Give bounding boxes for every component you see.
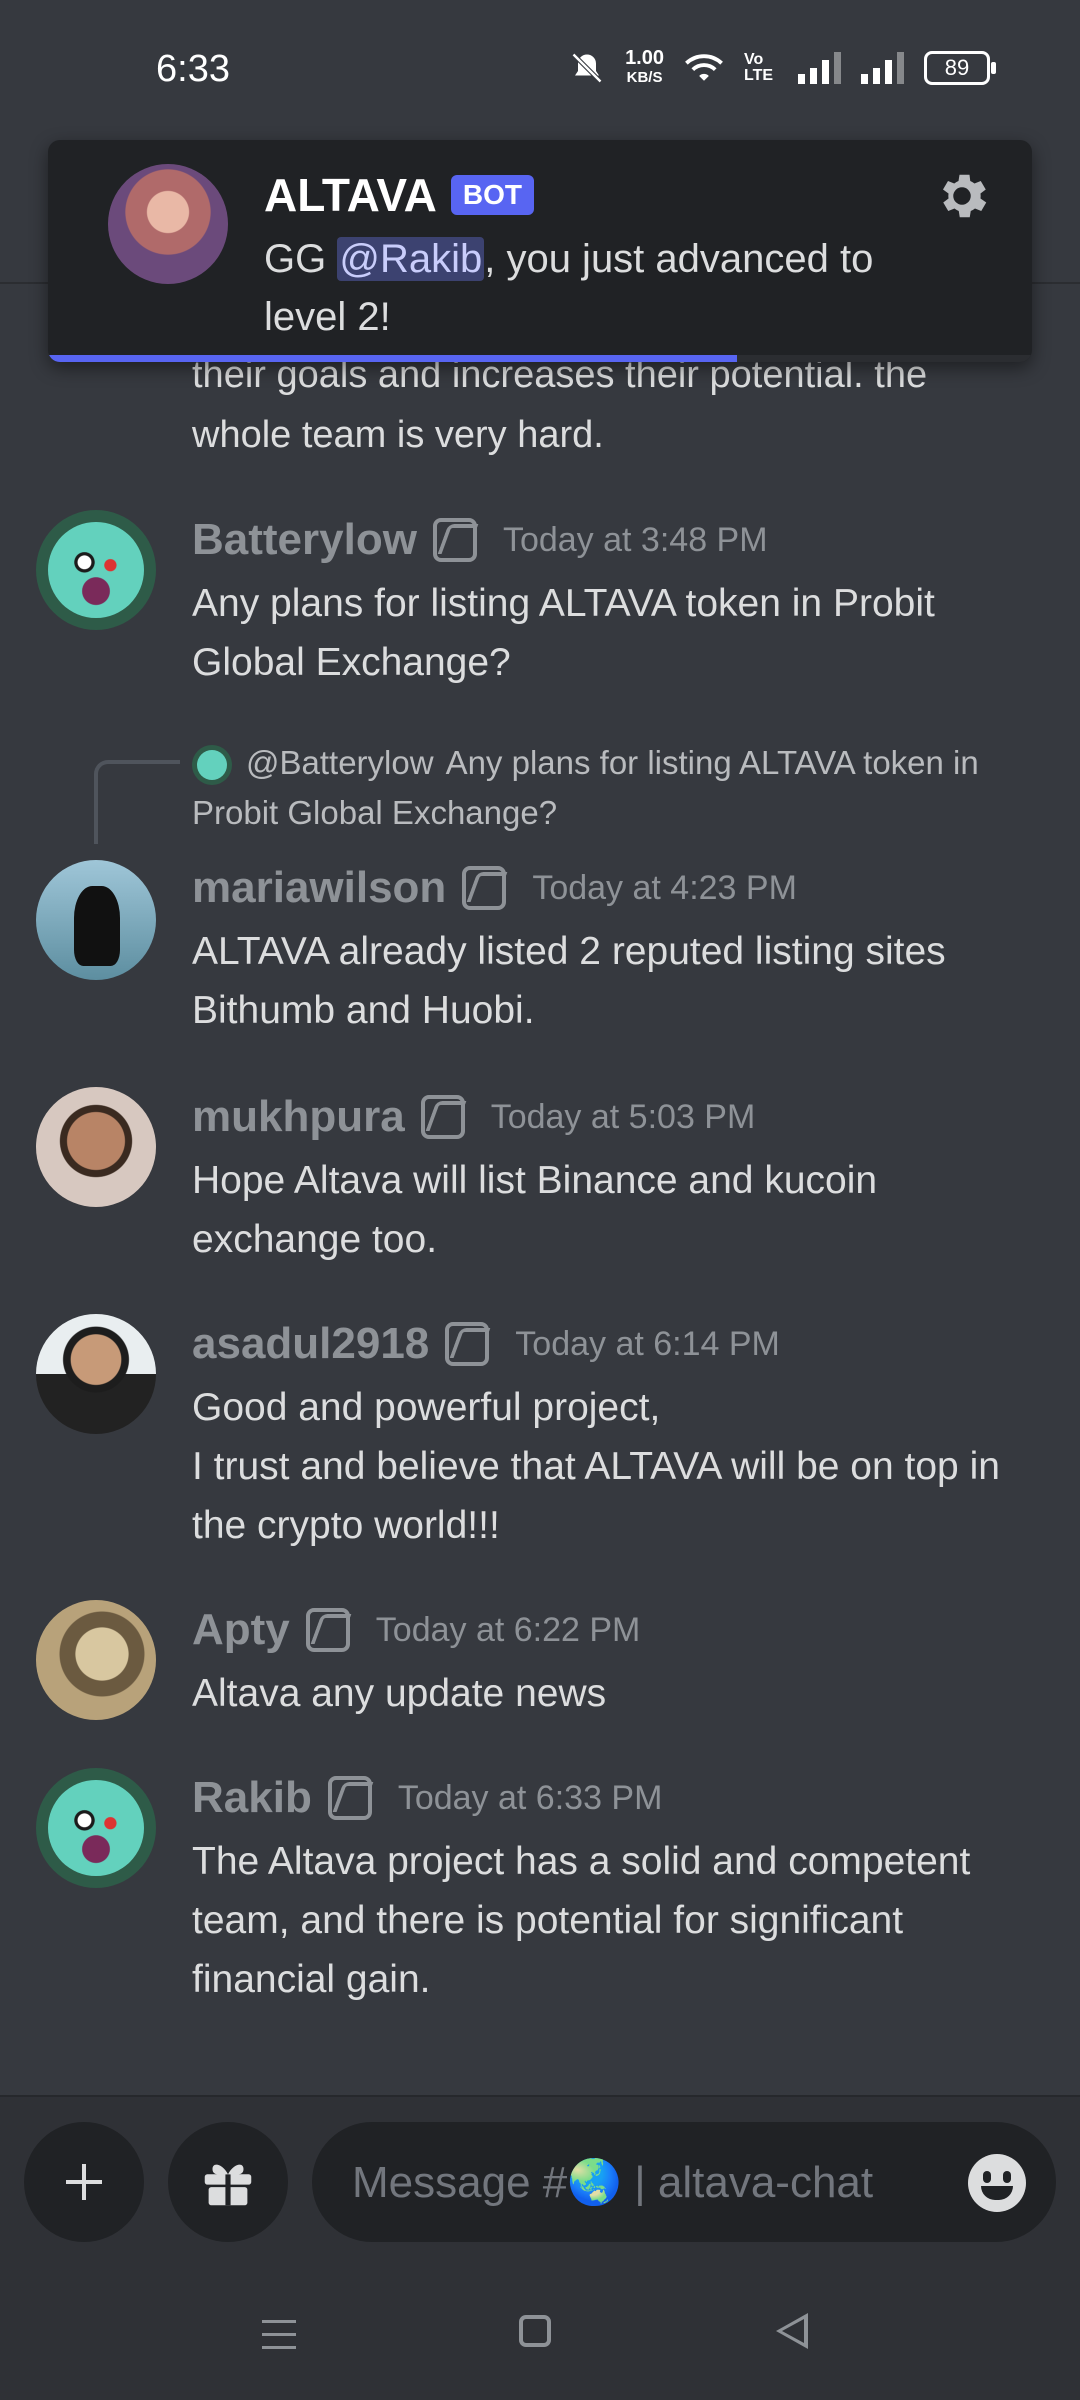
plus-icon (66, 2164, 102, 2200)
back-icon[interactable] (776, 2313, 808, 2349)
leaf-badge-icon (305, 1608, 350, 1652)
net-speed: 1.00 KB/S (625, 47, 664, 86)
home-icon[interactable] (519, 2315, 551, 2347)
leaf-badge-icon (327, 1776, 372, 1820)
partial-message-text: their goals and increases their potentia… (192, 354, 928, 456)
notification-title: ALTAVA BOT (264, 168, 534, 222)
message-composer: Message #🌏 | altava-chat (0, 2095, 1080, 2267)
message-input[interactable]: Message #🌏 | altava-chat (312, 2122, 1056, 2242)
avatar[interactable] (36, 1600, 156, 1720)
notification-progress (48, 355, 737, 362)
timestamp: Today at 4:23 PM (532, 868, 797, 907)
leaf-badge-icon (445, 1322, 490, 1366)
leaf-badge-icon (462, 866, 507, 910)
message-text: Any plans for listing ALTAVA token in Pr… (192, 582, 935, 684)
timestamp: Today at 3:48 PM (502, 520, 768, 559)
timestamp: Today at 6:14 PM (515, 1324, 780, 1363)
silent-bell-icon (571, 52, 603, 84)
author-name[interactable]: Apty (192, 1605, 290, 1655)
reply-connector (94, 760, 180, 844)
volte-icon: Vo LTE (744, 51, 774, 84)
emoji-icon[interactable] (968, 2154, 1026, 2212)
battery-icon: 89 (924, 51, 996, 85)
avatar[interactable] (36, 1314, 156, 1434)
timestamp: Today at 6:33 PM (397, 1778, 663, 1817)
message-input-placeholder: Message #🌏 | altava-chat (352, 2158, 874, 2207)
author-name[interactable]: Rakib (192, 1773, 312, 1823)
gear-icon[interactable] (932, 166, 992, 226)
system-nav-bar (0, 2265, 1080, 2400)
notification-sender: ALTAVA (264, 169, 437, 221)
message-text: Altava any update news (192, 1672, 607, 1715)
timestamp: Today at 6:22 PM (375, 1610, 641, 1649)
message-text: ALTAVA already listed 2 reputed listing … (192, 930, 946, 1032)
add-attachment-button[interactable] (24, 2122, 144, 2242)
leaf-badge-icon (432, 518, 477, 562)
status-icons: 1.00 KB/S Vo LTE 89 (569, 47, 996, 88)
bot-avatar (108, 164, 228, 284)
clock: 6:33 (156, 48, 230, 90)
battery-level: 89 (944, 55, 970, 80)
recent-apps-icon[interactable] (262, 2320, 296, 2350)
avatar[interactable] (36, 860, 156, 980)
author-name[interactable]: mariawilson (192, 863, 446, 913)
mention[interactable]: @Rakib (337, 237, 485, 281)
notification-message: GG @Rakib, you just advanced to level 2! (264, 237, 874, 339)
bot-badge: BOT (450, 175, 534, 215)
message-text: The Altava project has a solid and compe… (192, 1840, 971, 2001)
author-name[interactable]: asadul2918 (192, 1319, 429, 1369)
reply-avatar (192, 745, 232, 786)
gift-icon (204, 2164, 252, 2206)
author-name[interactable]: Batterylow (192, 515, 417, 565)
author-name[interactable]: mukhpura (192, 1092, 405, 1142)
signal-icon (798, 52, 841, 84)
wifi-icon (685, 54, 723, 81)
reply-author: @Batterylow (246, 744, 434, 781)
reply-preview[interactable]: @Batterylow Any plans for listing ALTAVA … (192, 738, 1032, 838)
avatar[interactable] (36, 1087, 156, 1207)
avatar[interactable] (36, 1768, 156, 1888)
avatar[interactable] (36, 510, 156, 630)
level-up-notification[interactable]: ALTAVA BOT GG @Rakib, you just advanced … (48, 140, 1032, 362)
gift-button[interactable] (168, 2122, 288, 2242)
signal-icon-2 (861, 52, 904, 84)
leaf-badge-icon (420, 1095, 465, 1139)
timestamp: Today at 5:03 PM (490, 1097, 756, 1136)
message-text: Hope Altava will list Binance and kucoin… (192, 1159, 878, 1261)
status-bar: 6:33 1.00 KB/S Vo LTE 89 (0, 0, 1080, 140)
message-text: Good and powerful project, I trust and b… (192, 1386, 1000, 1547)
